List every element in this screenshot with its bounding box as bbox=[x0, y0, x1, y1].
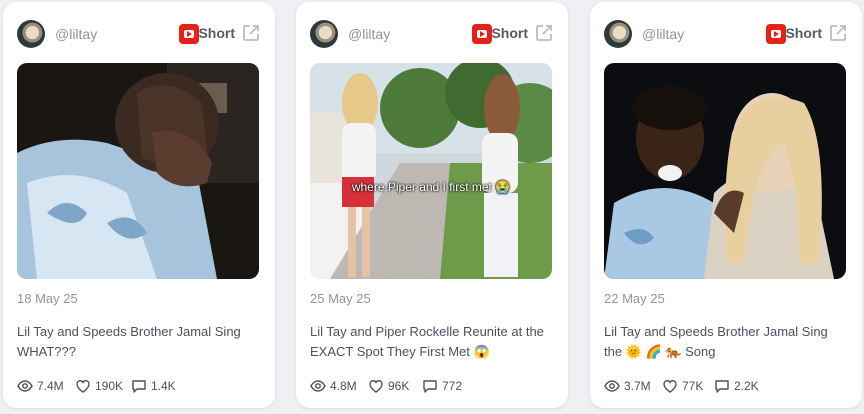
comment-icon bbox=[715, 380, 729, 393]
post-date: 22 May 25 bbox=[604, 291, 665, 306]
likes-count: 190K bbox=[95, 379, 124, 393]
video-card[interactable]: @liltay Short where Piper and I first me… bbox=[296, 2, 568, 408]
video-thumbnail[interactable] bbox=[604, 63, 846, 279]
external-link-icon[interactable] bbox=[828, 23, 848, 43]
video-card[interactable]: @liltay Short 18 May 25 Lil Tay and Spee… bbox=[3, 2, 275, 408]
likes-stat: 190K bbox=[75, 378, 123, 394]
video-thumbnail[interactable] bbox=[17, 63, 259, 279]
likes-count: 96K bbox=[388, 379, 410, 393]
stats-row: 7.4M 190K 1.4K bbox=[17, 378, 261, 398]
channel-handle[interactable]: @liltay bbox=[348, 26, 390, 42]
external-link-icon[interactable] bbox=[241, 23, 261, 43]
avatar[interactable] bbox=[310, 20, 338, 48]
heart-icon bbox=[76, 380, 90, 393]
views-stat: 7.4M bbox=[17, 378, 64, 394]
eye-icon bbox=[17, 380, 33, 392]
card-header: @liltay Short bbox=[17, 20, 261, 48]
comments-count: 772 bbox=[442, 379, 463, 393]
post-date: 25 May 25 bbox=[310, 291, 371, 306]
video-card[interactable]: @liltay Short 22 May 25 Lil Tay and Spee… bbox=[590, 2, 862, 408]
stats-row: 4.8M 96K 772 bbox=[310, 378, 554, 398]
stats-row: 3.7M 77K 2.2K bbox=[604, 378, 848, 398]
views-stat: 3.7M bbox=[604, 378, 651, 394]
likes-stat: 96K bbox=[368, 378, 409, 394]
likes-count: 77K bbox=[682, 379, 704, 393]
views-count: 4.8M bbox=[330, 379, 357, 393]
card-header: @liltay Short bbox=[310, 20, 554, 48]
eye-icon bbox=[604, 380, 620, 392]
heart-icon bbox=[369, 380, 383, 393]
avatar[interactable] bbox=[17, 20, 45, 48]
platform-label: Short bbox=[491, 25, 528, 41]
platform-label: Short bbox=[198, 25, 235, 41]
video-title[interactable]: Lil Tay and Speeds Brother Jamal Sing th… bbox=[604, 322, 848, 362]
views-count: 3.7M bbox=[624, 379, 651, 393]
avatar[interactable] bbox=[604, 20, 632, 48]
comments-stat: 1.4K bbox=[131, 378, 176, 394]
channel-handle[interactable]: @liltay bbox=[55, 26, 97, 42]
video-caption: where Piper and I first met 😭 bbox=[351, 180, 511, 194]
views-count: 7.4M bbox=[37, 379, 64, 393]
comment-icon bbox=[423, 380, 437, 393]
comment-icon bbox=[132, 380, 146, 393]
platform-label: Short bbox=[785, 25, 822, 41]
eye-icon bbox=[310, 380, 326, 392]
comments-count: 1.4K bbox=[151, 379, 176, 393]
post-date: 18 May 25 bbox=[17, 291, 78, 306]
likes-stat: 77K bbox=[662, 378, 703, 394]
channel-handle[interactable]: @liltay bbox=[642, 26, 684, 42]
youtube-icon bbox=[472, 24, 492, 44]
external-link-icon[interactable] bbox=[534, 23, 554, 43]
youtube-icon bbox=[766, 24, 786, 44]
video-thumbnail[interactable] bbox=[310, 63, 552, 279]
comments-count: 2.2K bbox=[734, 379, 759, 393]
card-header: @liltay Short bbox=[604, 20, 848, 48]
comments-stat: 772 bbox=[422, 378, 462, 394]
heart-icon bbox=[663, 380, 677, 393]
comments-stat: 2.2K bbox=[714, 378, 759, 394]
video-title[interactable]: Lil Tay and Piper Rockelle Reunite at th… bbox=[310, 322, 554, 362]
youtube-icon bbox=[179, 24, 199, 44]
views-stat: 4.8M bbox=[310, 378, 357, 394]
video-title[interactable]: Lil Tay and Speeds Brother Jamal Sing WH… bbox=[17, 322, 261, 362]
